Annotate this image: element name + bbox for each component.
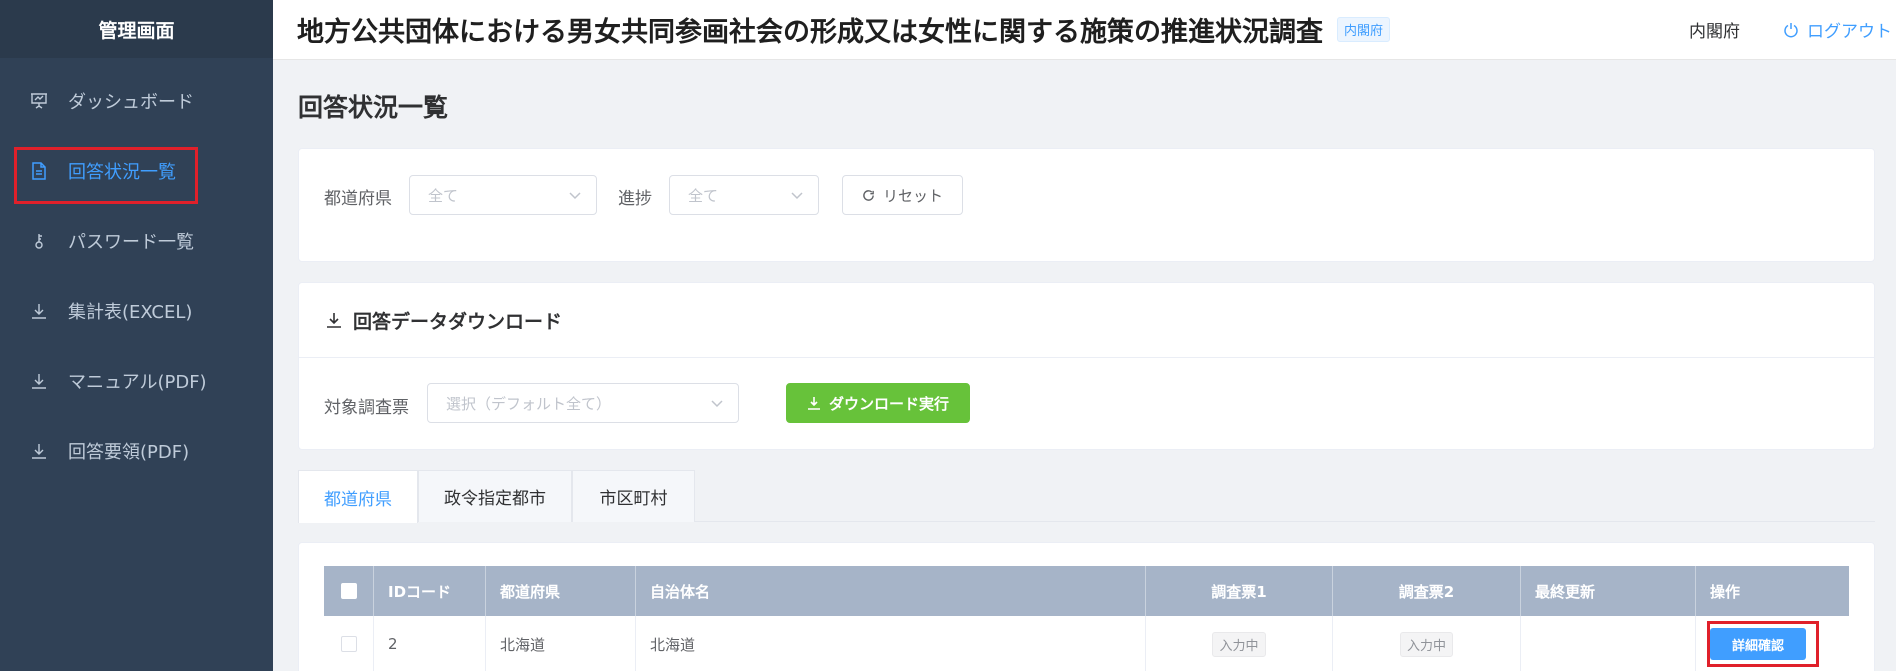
filter-card: 都道府県 全て 進捗 全て リセット bbox=[298, 148, 1875, 262]
chevron-down-icon bbox=[791, 192, 803, 200]
prefecture-cell: 北海道 bbox=[486, 616, 636, 671]
target-survey-placeholder: 選択（デフォルト全て） bbox=[446, 394, 612, 413]
download-icon bbox=[28, 370, 50, 392]
response-table: IDコード 都道府県 自治体名 調査票1 調査票2 最終更新 操作 2 北海道 … bbox=[324, 566, 1849, 671]
logout-button[interactable]: ログアウト bbox=[1783, 17, 1892, 42]
download-heading: 回答データダウンロード bbox=[299, 283, 1874, 358]
download-icon bbox=[28, 300, 50, 322]
main-content: 回答状況一覧 都道府県 全て 進捗 全て リセット 回答データダウンロード 対象… bbox=[273, 60, 1896, 671]
sidebar-item-label: パスワード一覧 bbox=[68, 232, 194, 253]
logout-label: ログアウト bbox=[1807, 22, 1892, 42]
user-name: 内閣府 bbox=[1689, 22, 1740, 42]
power-icon bbox=[1784, 22, 1798, 37]
status-badge: 入力中 bbox=[1399, 631, 1453, 657]
download-card: 回答データダウンロード 対象調査票 選択（デフォルト全て） ダウンロード実行 bbox=[298, 282, 1875, 450]
tab-prefectures[interactable]: 都道府県 bbox=[298, 470, 418, 523]
download-icon bbox=[28, 440, 50, 462]
target-survey-label: 対象調査票 bbox=[324, 398, 409, 418]
download-execute-label: ダウンロード実行 bbox=[828, 394, 949, 413]
sidebar-item-label: 集計表(EXCEL) bbox=[68, 302, 193, 323]
sidebar-header: 管理画面 bbox=[0, 0, 273, 58]
sidebar-item-passwords[interactable]: パスワード一覧 bbox=[0, 206, 273, 276]
presentation-icon bbox=[28, 90, 50, 112]
column-header[interactable]: 自治体名 bbox=[636, 566, 1146, 616]
tab-label: 政令指定都市 bbox=[444, 489, 546, 509]
download-heading-label: 回答データダウンロード bbox=[353, 310, 563, 333]
sidebar-title: 管理画面 bbox=[98, 19, 175, 42]
download-icon bbox=[807, 397, 820, 410]
prefecture-select[interactable]: 全て bbox=[409, 175, 597, 215]
download-execute-button[interactable]: ダウンロード実行 bbox=[786, 383, 970, 423]
chevron-down-icon bbox=[711, 400, 723, 408]
top-header: 地方公共団体における男女共同参画社会の形成又は女性に関する施策の推進状況調査 内… bbox=[273, 0, 1896, 60]
column-header[interactable]: 調査票2 bbox=[1333, 566, 1521, 616]
row-checkbox[interactable] bbox=[340, 636, 357, 652]
tab-designated-cities[interactable]: 政令指定都市 bbox=[418, 470, 572, 522]
progress-select[interactable]: 全て bbox=[669, 175, 819, 215]
table-header: IDコード 都道府県 自治体名 調査票1 調査票2 最終更新 操作 bbox=[324, 566, 1849, 616]
tab-label: 市区町村 bbox=[599, 489, 668, 509]
select-all-checkbox[interactable] bbox=[340, 583, 357, 599]
progress-filter-label: 進捗 bbox=[618, 189, 652, 209]
sidebar-item-label: マニュアル(PDF) bbox=[68, 372, 207, 393]
app-title: 地方公共団体における男女共同参画社会の形成又は女性に関する施策の推進状況調査 bbox=[297, 17, 1323, 48]
column-header: 操作 bbox=[1710, 582, 1741, 601]
tab-municipalities[interactable]: 市区町村 bbox=[572, 470, 695, 522]
sidebar-menu: ダッシュボード 回答状況一覧 パスワード一覧 集計表(EXCEL) マニュアル(… bbox=[0, 66, 273, 486]
org-tag: 内閣府 bbox=[1337, 17, 1391, 42]
id-cell: 2 bbox=[374, 616, 486, 671]
sidebar-item-label: 回答状況一覧 bbox=[68, 162, 176, 183]
status-badge: 入力中 bbox=[1212, 631, 1266, 657]
table-row: 2 北海道 北海道 入力中 入力中 詳細確認 bbox=[324, 616, 1849, 671]
survey2-cell: 入力中 bbox=[1333, 616, 1521, 671]
document-icon bbox=[28, 160, 50, 182]
updated-cell bbox=[1521, 616, 1696, 671]
progress-select-value: 全て bbox=[688, 186, 719, 205]
refresh-icon bbox=[863, 189, 874, 201]
sidebar-item-manual[interactable]: マニュアル(PDF) bbox=[0, 346, 273, 416]
detail-button[interactable]: 詳細確認 bbox=[1710, 628, 1806, 660]
download-icon bbox=[327, 313, 341, 328]
reset-label: リセット bbox=[882, 186, 943, 205]
reset-button[interactable]: リセット bbox=[842, 175, 963, 215]
row-select-cell bbox=[324, 616, 374, 671]
survey1-cell: 入力中 bbox=[1146, 616, 1333, 671]
prefecture-select-value: 全て bbox=[428, 186, 459, 205]
sidebar-item-dashboard[interactable]: ダッシュボード bbox=[0, 66, 273, 136]
action-cell: 詳細確認 bbox=[1696, 616, 1849, 671]
key-icon bbox=[28, 230, 50, 252]
column-header[interactable]: 最終更新 bbox=[1521, 566, 1696, 616]
tab-label: 都道府県 bbox=[324, 489, 392, 510]
column-header[interactable]: 調査票1 bbox=[1146, 566, 1333, 616]
column-header[interactable]: 都道府県 bbox=[486, 566, 636, 616]
table-card: IDコード 都道府県 自治体名 調査票1 調査票2 最終更新 操作 2 北海道 … bbox=[298, 542, 1875, 671]
region-tabs: 都道府県 政令指定都市 市区町村 bbox=[298, 470, 1875, 523]
sidebar-item-response-status[interactable]: 回答状況一覧 bbox=[0, 136, 273, 206]
municipality-cell: 北海道 bbox=[636, 616, 1146, 671]
sidebar-item-label: 回答要領(PDF) bbox=[68, 442, 190, 463]
sidebar-item-guidelines[interactable]: 回答要領(PDF) bbox=[0, 416, 273, 486]
sidebar-item-excel[interactable]: 集計表(EXCEL) bbox=[0, 276, 273, 346]
chevron-down-icon bbox=[569, 192, 581, 200]
column-header[interactable]: IDコード bbox=[374, 566, 486, 616]
sidebar: 管理画面 ダッシュボード 回答状況一覧 パスワード一覧 集計表(EXCEL) マ… bbox=[0, 0, 273, 671]
select-all-cell bbox=[324, 566, 374, 616]
sidebar-item-label: ダッシュボード bbox=[68, 92, 194, 113]
prefecture-filter-label: 都道府県 bbox=[324, 189, 392, 209]
target-survey-select[interactable]: 選択（デフォルト全て） bbox=[427, 383, 739, 423]
page-title: 回答状況一覧 bbox=[298, 93, 449, 122]
